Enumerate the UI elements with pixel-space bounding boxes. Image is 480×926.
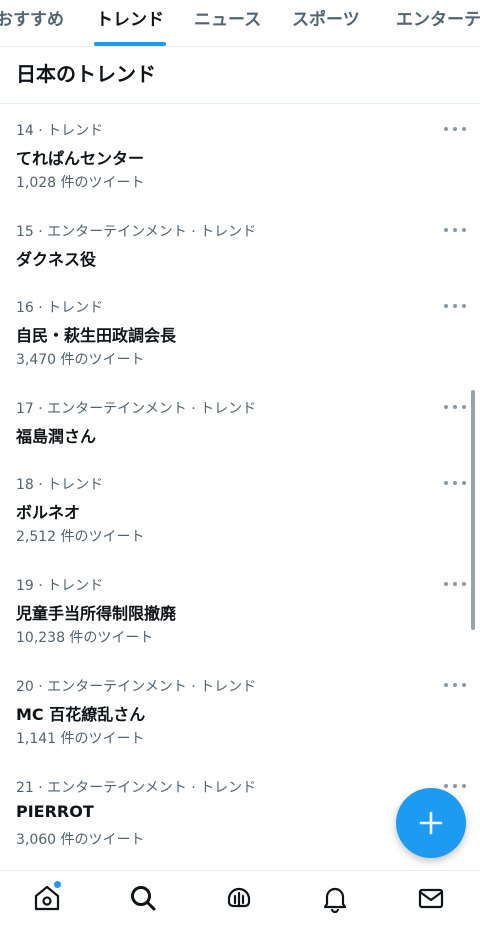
trend-meta: 20 · エンターテインメント · トレンド — [16, 679, 257, 695]
nav-spaces[interactable] — [222, 881, 256, 915]
trend-meta: 15 · エンターテインメント · トレンド — [16, 224, 257, 240]
trend-name: 児童手当所得制限撤廃 — [16, 604, 177, 623]
trend-count: 1,028 件のツイート — [16, 175, 145, 191]
trend-name: ダクネス役 — [16, 250, 97, 269]
active-tab-indicator — [94, 42, 166, 46]
compose-button[interactable] — [396, 788, 466, 858]
tab-label: トレンド — [96, 10, 164, 30]
tab-label: ニュース — [194, 10, 262, 30]
page-title: 日本のトレンド — [16, 62, 156, 86]
more-horizontal-icon[interactable] — [444, 476, 466, 490]
tab-recommended[interactable]: おすすめ — [0, 0, 64, 46]
trend-name: ボルネオ — [16, 503, 81, 522]
trend-count: 3,060 件のツイート — [16, 832, 145, 848]
tab-entertainment[interactable]: エンターテ — [396, 0, 480, 46]
scrollbar[interactable] — [471, 390, 475, 630]
more-horizontal-icon[interactable] — [444, 779, 466, 793]
trend-name: MC 百花繚乱さん — [16, 705, 146, 724]
trend-meta: 18 · トレンド — [16, 477, 104, 493]
more-horizontal-icon[interactable] — [444, 223, 466, 237]
nav-home[interactable] — [30, 881, 64, 915]
notifications-icon — [323, 887, 347, 913]
messages-icon — [418, 888, 444, 909]
nav-search[interactable] — [126, 881, 160, 915]
more-horizontal-icon[interactable] — [444, 577, 466, 591]
trend-meta: 19 · トレンド — [16, 578, 104, 594]
trend-count: 2,512 件のツイート — [16, 529, 145, 545]
trend-meta: 21 · エンターテインメント · トレンド — [16, 780, 257, 796]
trend-name: PIERROT — [16, 802, 94, 821]
notification-dot — [54, 881, 61, 888]
bottom-navigation — [0, 870, 480, 926]
trend-count: 1,141 件のツイート — [16, 731, 145, 747]
section-divider — [0, 103, 480, 104]
tab-news[interactable]: ニュース — [194, 0, 261, 46]
search-icon — [131, 886, 156, 911]
tab-trending[interactable]: トレンド — [94, 0, 166, 46]
more-horizontal-icon[interactable] — [444, 122, 466, 136]
plus-icon — [419, 811, 443, 835]
tab-label: スポーツ — [292, 10, 360, 30]
trend-name: 自民・萩生田政調会長 — [16, 326, 177, 345]
trend-meta: 17 · エンターテインメント · トレンド — [16, 401, 257, 417]
trend-count: 3,470 件のツイート — [16, 352, 145, 368]
more-horizontal-icon[interactable] — [444, 299, 466, 313]
spaces-icon — [227, 887, 251, 908]
trend-count: 10,238 件のツイート — [16, 630, 154, 646]
more-horizontal-icon[interactable] — [444, 678, 466, 692]
nav-messages[interactable] — [414, 881, 448, 915]
tab-sports[interactable]: スポーツ — [292, 0, 360, 46]
nav-notifications[interactable] — [318, 881, 352, 915]
trend-name: 福島潤さん — [16, 427, 97, 446]
trend-meta: 16 · トレンド — [16, 300, 104, 316]
tab-label: おすすめ — [0, 10, 64, 30]
more-horizontal-icon[interactable] — [444, 400, 466, 414]
trend-name: てれぱんセンター — [16, 149, 145, 168]
explore-tabs: おすすめ トレンド ニュース スポーツ エンターテ — [0, 0, 480, 47]
tab-label: エンターテ — [396, 10, 480, 30]
trend-meta: 14 · トレンド — [16, 123, 104, 139]
